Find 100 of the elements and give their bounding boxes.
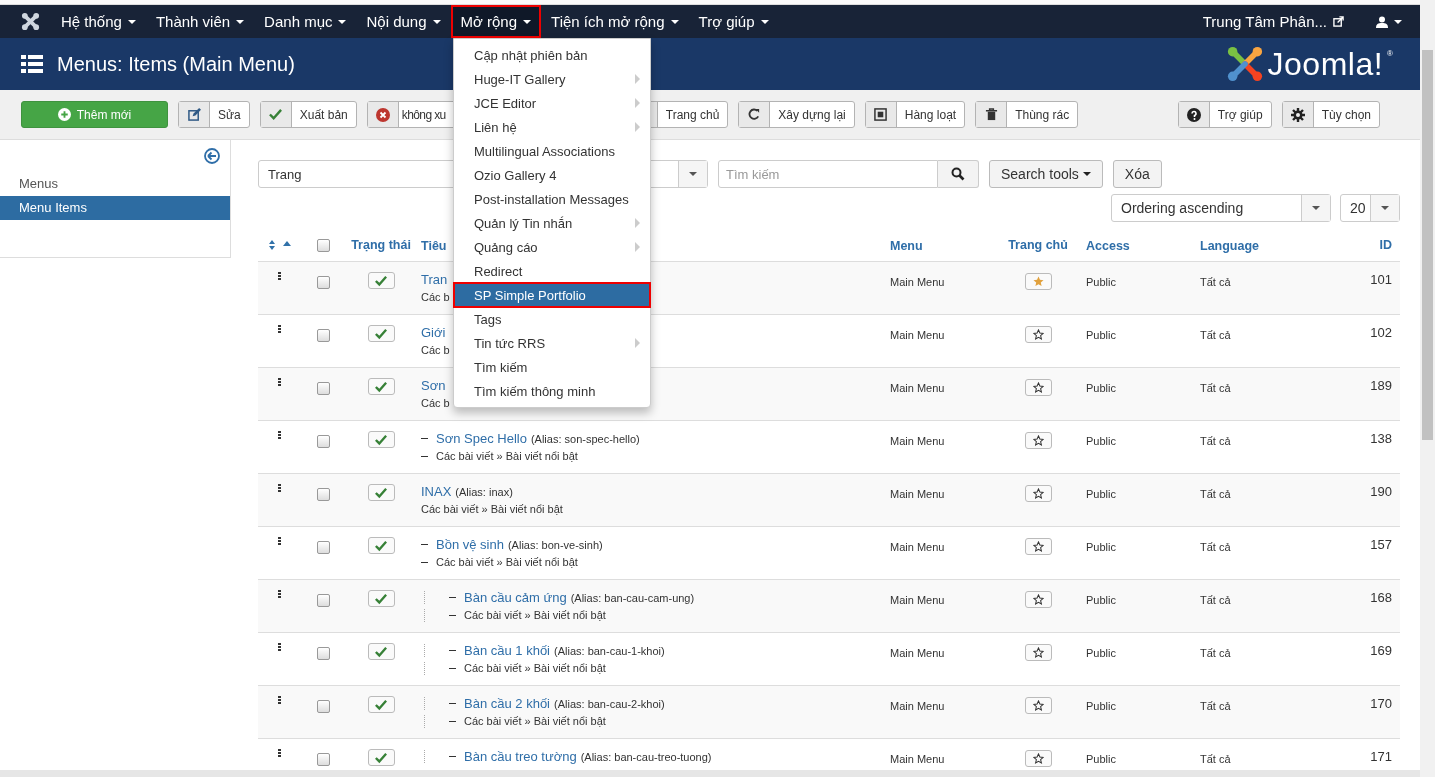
ordering-select[interactable]: Ordering ascending <box>1111 194 1331 222</box>
status-toggle[interactable] <box>367 272 395 289</box>
dropdown-item[interactable]: Tags <box>454 307 650 331</box>
dropdown-item[interactable]: Quảng cáo <box>454 235 650 259</box>
column-header[interactable]: Access <box>1086 239 1130 253</box>
home-toggle[interactable] <box>1024 326 1052 343</box>
sort-icon[interactable] <box>266 240 292 250</box>
toolbar-button[interactable]: Thùng rác <box>975 101 1079 128</box>
item-title-link[interactable]: Bàn cầu 1 khối <box>464 643 550 658</box>
dropdown-item[interactable]: Tin tức RRS <box>454 331 650 355</box>
site-link[interactable]: Trung Tâm Phân... <box>1202 13 1327 30</box>
nav-menu-item[interactable]: Trợ giúp <box>688 5 779 38</box>
row-checkbox[interactable] <box>316 276 330 289</box>
clear-button[interactable]: Xóa <box>1112 160 1162 188</box>
toolbar-button[interactable]: Xây dựng lại <box>738 101 855 128</box>
search-tools-button[interactable]: Search tools <box>989 160 1103 188</box>
nav-menu-item[interactable]: Mở rộng <box>450 5 542 38</box>
toolbar-button[interactable]: Tùy chọn <box>1281 101 1380 128</box>
sidebar-item[interactable]: Menus <box>0 172 230 196</box>
toolbar-button[interactable]: Trợ giúp <box>1177 101 1272 128</box>
item-title-link[interactable]: Sơn <box>421 378 446 393</box>
status-toggle[interactable] <box>367 378 395 395</box>
column-header[interactable]: Language <box>1200 239 1260 253</box>
row-checkbox[interactable] <box>316 594 330 607</box>
item-title-link[interactable]: Sơn Spec Hello <box>436 431 527 446</box>
column-header[interactable]: Trang chủ <box>1008 238 1068 252</box>
home-toggle[interactable] <box>1024 750 1052 767</box>
vertical-scrollbar[interactable] <box>1420 0 1435 777</box>
dropdown-item[interactable]: Quản lý Tin nhắn <box>454 211 650 235</box>
drag-handle-icon[interactable] <box>277 643 281 651</box>
row-checkbox[interactable] <box>316 541 330 554</box>
item-title-link[interactable]: INAX <box>421 484 452 499</box>
drag-handle-icon[interactable] <box>277 590 281 598</box>
row-checkbox[interactable] <box>316 488 330 501</box>
toolbar-button[interactable]: Sửa <box>178 101 250 128</box>
status-toggle[interactable] <box>367 696 395 713</box>
home-toggle[interactable] <box>1024 379 1052 396</box>
scrollbar-thumb[interactable] <box>1422 50 1433 440</box>
drag-handle-icon[interactable] <box>277 696 281 704</box>
drag-handle-icon[interactable] <box>277 431 281 439</box>
select-all-checkbox[interactable] <box>316 238 330 252</box>
collapse-icon[interactable] <box>204 148 220 164</box>
item-title-link[interactable]: Bàn cầu 2 khối <box>464 696 550 711</box>
status-toggle[interactable] <box>367 590 395 607</box>
status-toggle[interactable] <box>367 431 395 448</box>
column-header[interactable]: Trạng thái <box>351 238 411 252</box>
dropdown-item[interactable]: SP Simple Portfolio <box>454 283 650 307</box>
toolbar-button[interactable]: Hàng loạt <box>864 101 966 128</box>
home-toggle[interactable] <box>1024 485 1052 502</box>
row-checkbox[interactable] <box>316 647 330 660</box>
dropdown-item[interactable]: Huge-IT Gallery <box>454 67 650 91</box>
item-title-link[interactable]: Bàn cầu treo tường <box>464 749 577 764</box>
dropdown-item[interactable]: Tìm kiếm <box>454 355 650 379</box>
search-field[interactable]: Tìm kiếm <box>718 160 938 188</box>
drag-handle-icon[interactable] <box>277 378 281 386</box>
status-toggle[interactable] <box>367 749 395 766</box>
dropdown-item[interactable]: Ozio Gallery 4 <box>454 163 650 187</box>
row-checkbox[interactable] <box>316 329 330 342</box>
home-toggle[interactable] <box>1024 697 1052 714</box>
item-title-link[interactable]: Bồn vệ sinh <box>436 537 504 552</box>
drag-handle-icon[interactable] <box>277 325 281 333</box>
toolbar-button[interactable]: Xuất bản <box>259 101 357 128</box>
column-header[interactable]: ID <box>1379 238 1392 252</box>
home-toggle[interactable] <box>1024 432 1052 449</box>
drag-handle-icon[interactable] <box>277 537 281 545</box>
item-title-link[interactable]: Giới <box>421 325 446 340</box>
row-checkbox[interactable] <box>316 700 330 713</box>
nav-menu-item[interactable]: Nội dung <box>356 5 451 38</box>
home-toggle[interactable] <box>1024 273 1052 290</box>
home-toggle[interactable] <box>1024 644 1052 661</box>
drag-handle-icon[interactable] <box>277 484 281 492</box>
row-checkbox[interactable] <box>316 435 330 448</box>
user-menu[interactable] <box>1376 15 1402 28</box>
dropdown-item[interactable]: Multilingual Associations <box>454 139 650 163</box>
item-title-link[interactable]: Tran <box>421 272 448 287</box>
column-header[interactable]: Tiêu <box>421 239 447 253</box>
row-checkbox[interactable] <box>316 382 330 395</box>
nav-menu-item[interactable]: Hệ thống <box>51 5 146 38</box>
status-toggle[interactable] <box>367 484 395 501</box>
drag-handle-icon[interactable] <box>277 272 281 280</box>
dropdown-item[interactable]: Post-installation Messages <box>454 187 650 211</box>
column-header[interactable]: Menu <box>890 239 923 253</box>
status-toggle[interactable] <box>367 325 395 342</box>
item-title-link[interactable]: Bàn cầu cảm ứng <box>464 590 567 605</box>
home-toggle[interactable] <box>1024 538 1052 555</box>
dropdown-item[interactable]: Redirect <box>454 259 650 283</box>
status-toggle[interactable] <box>367 643 395 660</box>
sidebar-item[interactable]: Menu Items <box>0 196 230 220</box>
nav-menu-item[interactable]: Danh mục <box>254 5 357 38</box>
drag-handle-icon[interactable] <box>277 749 281 757</box>
home-toggle[interactable] <box>1024 591 1052 608</box>
limit-select[interactable]: 20 <box>1340 194 1400 222</box>
dropdown-item[interactable]: Cập nhật phiên bản <box>454 43 650 67</box>
row-checkbox[interactable] <box>316 753 330 766</box>
nav-menu-item[interactable]: Thành viên <box>145 5 255 38</box>
dropdown-item[interactable]: Tìm kiếm thông minh <box>454 379 650 403</box>
nav-menu-item[interactable]: Tiện ích mở rộng <box>541 5 689 38</box>
search-button[interactable] <box>938 160 979 188</box>
horizontal-scrollbar[interactable] <box>0 770 1420 777</box>
status-toggle[interactable] <box>367 537 395 554</box>
